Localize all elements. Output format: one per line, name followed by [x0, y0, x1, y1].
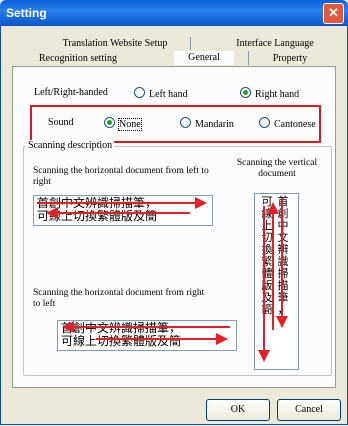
scan-arrows: [37, 197, 288, 362]
ok-button[interactable]: OK: [206, 399, 270, 421]
cancel-button[interactable]: Cancel: [277, 399, 341, 421]
